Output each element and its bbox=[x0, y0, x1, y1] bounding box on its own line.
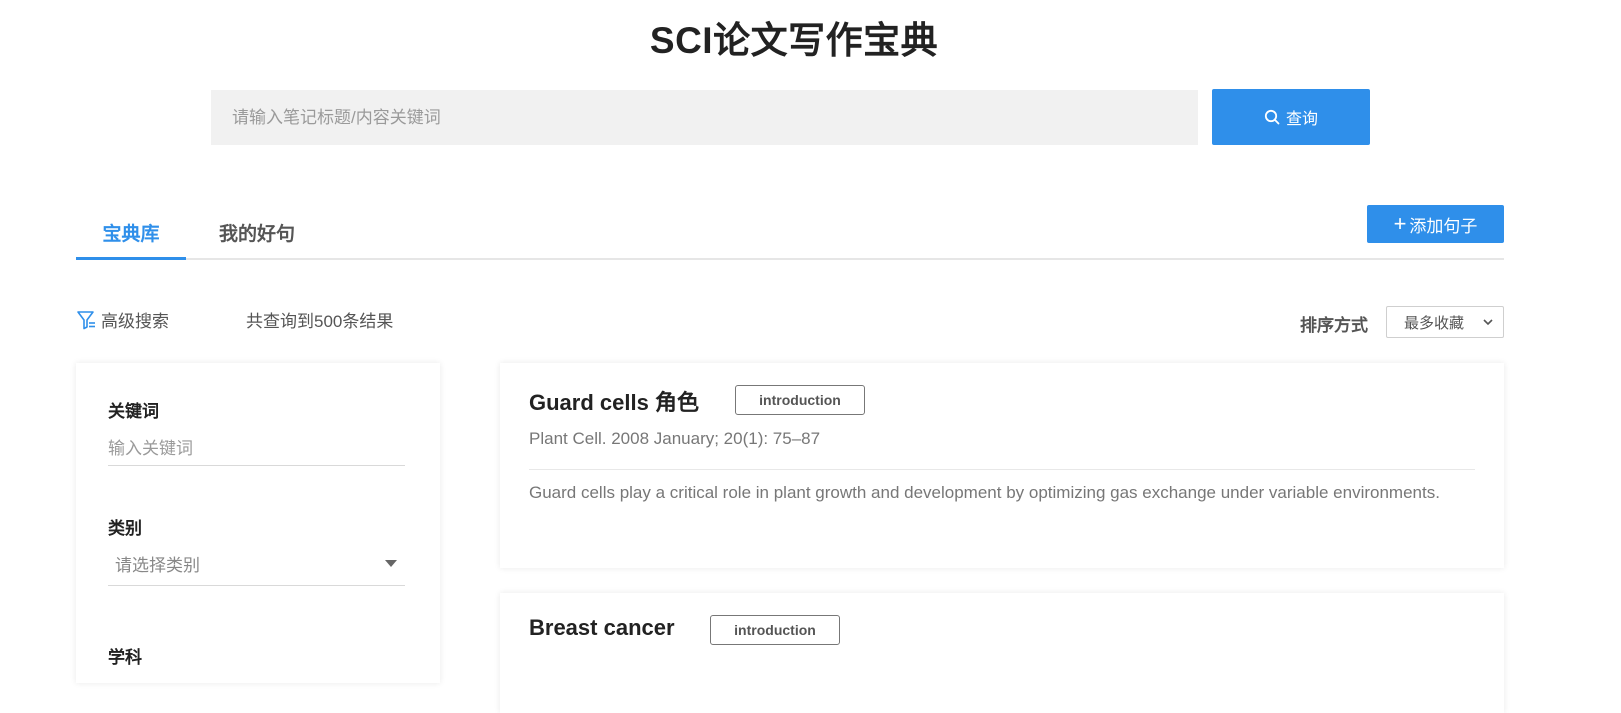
card-tag: introduction bbox=[735, 385, 865, 415]
add-sentence-label: 添加句子 bbox=[1409, 216, 1478, 236]
add-sentence-button[interactable]: + 添加句子 bbox=[1367, 205, 1504, 243]
card-title: Guard cells 角色 bbox=[529, 390, 699, 415]
search-button[interactable]: 查询 bbox=[1212, 89, 1370, 145]
sort-select-value: 最多收藏 bbox=[1404, 314, 1465, 332]
filter-panel: 关键词 类别 请选择类别 学科 bbox=[76, 363, 440, 683]
sort-select[interactable]: 最多收藏 bbox=[1386, 306, 1504, 338]
chevron-down-icon bbox=[1482, 316, 1494, 328]
search-input[interactable] bbox=[211, 90, 1198, 145]
card-source: Plant Cell. 2008 January; 20(1): 75–87 bbox=[529, 429, 821, 448]
category-select-placeholder: 请选择类别 bbox=[115, 556, 200, 575]
card-tag: introduction bbox=[710, 615, 840, 645]
tab-library[interactable]: 宝典库 bbox=[76, 217, 186, 260]
sentence-card[interactable]: Breast cancer introduction bbox=[500, 593, 1504, 713]
search-button-label: 查询 bbox=[1285, 111, 1318, 128]
filter-icon bbox=[76, 309, 98, 331]
subject-label: 学科 bbox=[108, 648, 142, 667]
card-text: Guard cells play a critical role in plan… bbox=[529, 483, 1440, 502]
keyword-input[interactable] bbox=[108, 432, 405, 466]
advanced-search-label: 高级搜索 bbox=[101, 312, 169, 331]
sentence-card[interactable]: Guard cells 角色 introduction Plant Cell. … bbox=[500, 363, 1504, 568]
keyword-label: 关键词 bbox=[108, 402, 159, 421]
sort-label: 排序方式 bbox=[1300, 316, 1368, 335]
caret-down-icon bbox=[385, 560, 397, 567]
active-tab-indicator bbox=[76, 257, 186, 260]
card-title: Breast cancer bbox=[529, 615, 675, 640]
plus-icon: + bbox=[1393, 211, 1407, 236]
category-select[interactable]: 请选择类别 bbox=[108, 542, 405, 586]
result-count: 共查询到500条结果 bbox=[246, 312, 394, 331]
card-divider bbox=[529, 469, 1475, 470]
advanced-search-toggle[interactable]: 高级搜索 bbox=[76, 307, 169, 332]
category-label: 类别 bbox=[108, 519, 142, 538]
page-title: SCI论文写作宝典 bbox=[649, 20, 939, 61]
tab-my-sentences[interactable]: 我的好句 bbox=[202, 217, 312, 260]
search-icon bbox=[1264, 109, 1280, 125]
